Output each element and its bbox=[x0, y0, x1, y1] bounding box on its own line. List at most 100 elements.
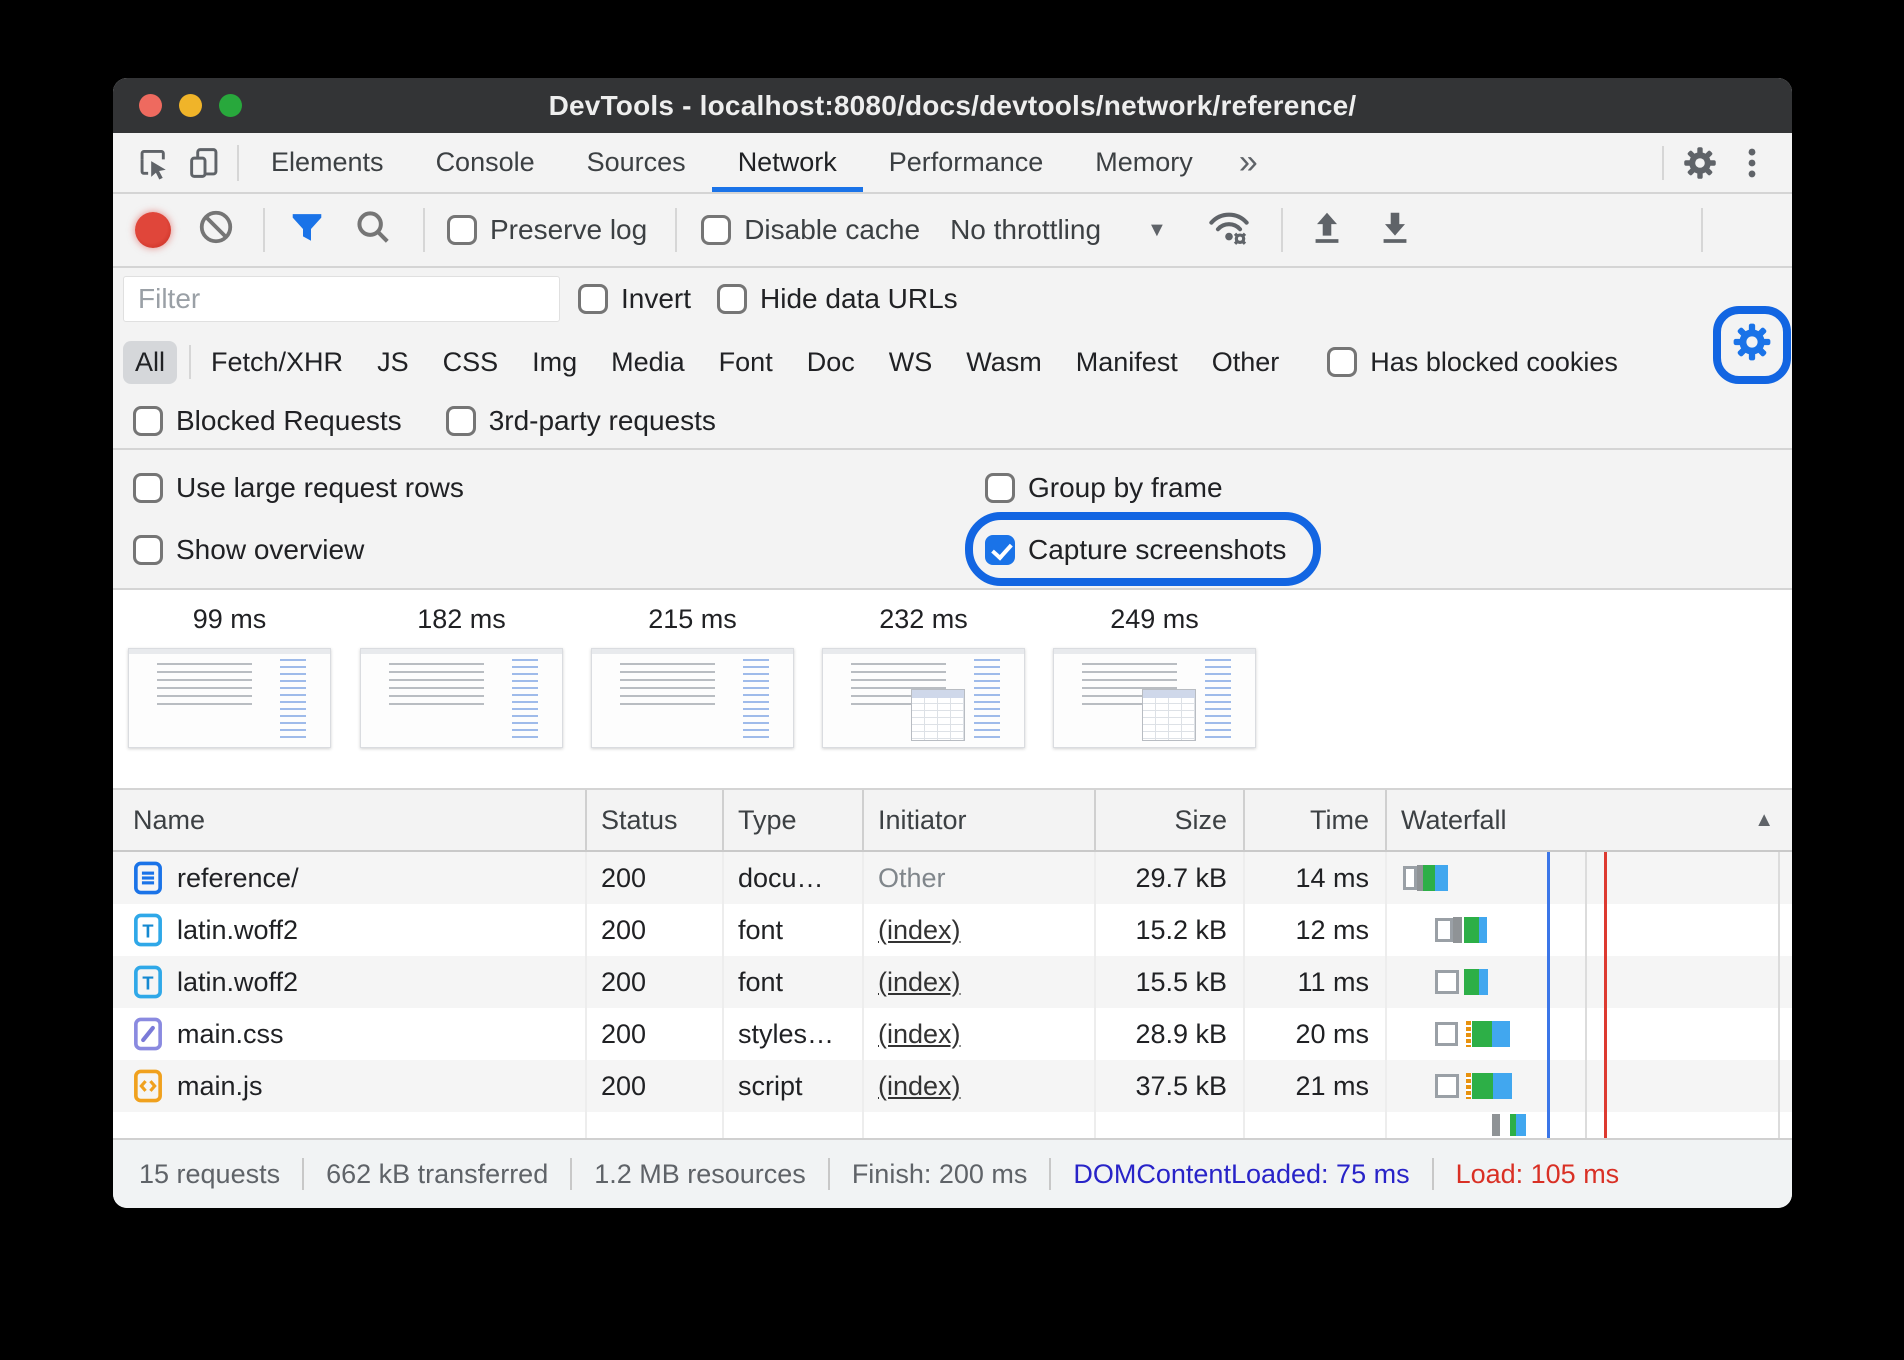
tab-elements[interactable]: Elements bbox=[245, 133, 410, 192]
request-name: main.css bbox=[177, 1019, 284, 1050]
window-title: DevTools - localhost:8080/docs/devtools/… bbox=[113, 90, 1792, 122]
frame-thumbnail[interactable] bbox=[128, 648, 331, 748]
frame-thumbnail[interactable] bbox=[360, 648, 563, 748]
record-network-log-button[interactable] bbox=[135, 212, 171, 248]
hide-data-urls-label: Hide data URLs bbox=[760, 283, 958, 315]
group-by-frame-checkbox[interactable] bbox=[985, 473, 1015, 503]
column-header-size[interactable]: Size bbox=[1096, 790, 1245, 850]
hide-data-urls-checkbox[interactable] bbox=[717, 284, 747, 314]
filter-row: Invert Hide data URLs bbox=[113, 268, 1792, 330]
filter-input[interactable] bbox=[123, 276, 560, 322]
chip-other[interactable]: Other bbox=[1200, 341, 1292, 384]
disable-cache-label: Disable cache bbox=[744, 214, 920, 246]
inspect-cursor-icon bbox=[136, 146, 170, 180]
request-initiator-link[interactable]: (index) bbox=[878, 1071, 961, 1102]
download-icon bbox=[1375, 207, 1415, 247]
request-name: main.js bbox=[177, 1071, 263, 1102]
chip-fetch-xhr[interactable]: Fetch/XHR bbox=[199, 341, 355, 384]
table-row-partial[interactable] bbox=[113, 1112, 1792, 1138]
summary-separator bbox=[1049, 1158, 1051, 1190]
request-initiator: Other bbox=[878, 863, 946, 894]
column-header-initiator[interactable]: Initiator bbox=[864, 790, 1096, 850]
waterfall-bar bbox=[1387, 956, 1792, 1008]
minimize-button[interactable] bbox=[179, 94, 202, 117]
devtools-tabbar: Elements Console Sources Network Perform… bbox=[113, 133, 1792, 194]
filmstrip-frame: 232 ms bbox=[822, 604, 1025, 748]
table-row[interactable]: T latin.woff2 200 font (index) 15.5 kB 1… bbox=[113, 956, 1792, 1008]
devtools-settings-button[interactable] bbox=[1674, 145, 1726, 181]
export-har-button[interactable] bbox=[1375, 207, 1415, 254]
disable-cache-checkbox[interactable] bbox=[701, 215, 731, 245]
toolbar-separator bbox=[423, 208, 425, 252]
chip-manifest[interactable]: Manifest bbox=[1064, 341, 1190, 384]
tab-memory[interactable]: Memory bbox=[1069, 133, 1219, 192]
column-header-name[interactable]: Name bbox=[113, 790, 587, 850]
tabbar-right-separator bbox=[1662, 146, 1664, 180]
network-settings-pane: Use large request rows Group by frame Sh… bbox=[113, 450, 1792, 590]
column-header-waterfall[interactable]: Waterfall ▲ bbox=[1387, 790, 1792, 850]
frame-thumbnail[interactable] bbox=[822, 648, 1025, 748]
invert-checkbox[interactable] bbox=[578, 284, 608, 314]
request-status: 200 bbox=[587, 956, 724, 1008]
request-size: 15.2 kB bbox=[1096, 904, 1245, 956]
waterfall-bar bbox=[1387, 1008, 1792, 1060]
request-initiator-link[interactable]: (index) bbox=[878, 1019, 961, 1050]
toolbar-separator bbox=[1701, 208, 1703, 252]
column-header-status[interactable]: Status bbox=[587, 790, 724, 850]
chip-wasm[interactable]: Wasm bbox=[954, 341, 1054, 384]
search-network-button[interactable] bbox=[353, 207, 393, 254]
zoom-button[interactable] bbox=[219, 94, 242, 117]
chip-img[interactable]: Img bbox=[520, 341, 589, 384]
table-row[interactable]: main.css 200 styles… (index) 28.9 kB 20 … bbox=[113, 1008, 1792, 1060]
toggle-device-toolbar-button[interactable] bbox=[179, 133, 231, 192]
column-header-type[interactable]: Type bbox=[724, 790, 864, 850]
table-row[interactable]: reference/ 200 docu… Other 29.7 kB 14 ms bbox=[113, 852, 1792, 904]
has-blocked-cookies-checkbox[interactable] bbox=[1327, 347, 1357, 377]
tab-network[interactable]: Network bbox=[712, 133, 863, 192]
chip-js[interactable]: JS bbox=[365, 341, 421, 384]
chip-all[interactable]: All bbox=[123, 341, 177, 384]
tab-sources[interactable]: Sources bbox=[561, 133, 712, 192]
clear-network-log-button[interactable] bbox=[197, 208, 235, 253]
network-conditions-button[interactable] bbox=[1207, 207, 1251, 254]
chip-doc[interactable]: Doc bbox=[795, 341, 867, 384]
request-initiator-link[interactable]: (index) bbox=[878, 967, 961, 998]
frame-timestamp: 215 ms bbox=[591, 604, 794, 638]
import-har-button[interactable] bbox=[1307, 207, 1347, 254]
network-settings-button[interactable] bbox=[1731, 321, 1773, 370]
dom-content-loaded-time: DOMContentLoaded: 75 ms bbox=[1073, 1159, 1409, 1190]
inspect-element-button[interactable] bbox=[127, 133, 179, 192]
filter-toggle-button[interactable] bbox=[287, 207, 327, 254]
frame-timestamp: 99 ms bbox=[128, 604, 331, 638]
more-tabs-button[interactable]: » bbox=[1219, 133, 1278, 192]
chip-css[interactable]: CSS bbox=[431, 341, 511, 384]
resources-size: 1.2 MB resources bbox=[594, 1159, 806, 1190]
requests-count: 15 requests bbox=[139, 1159, 280, 1190]
chips-separator bbox=[189, 345, 191, 379]
search-icon bbox=[353, 207, 393, 247]
table-row[interactable]: main.js 200 script (index) 37.5 kB 21 ms bbox=[113, 1060, 1792, 1112]
tab-performance[interactable]: Performance bbox=[863, 133, 1070, 192]
close-button[interactable] bbox=[139, 94, 162, 117]
show-overview-checkbox[interactable] bbox=[133, 535, 163, 565]
clear-icon bbox=[197, 208, 235, 246]
request-initiator-link[interactable]: (index) bbox=[878, 915, 961, 946]
chip-ws[interactable]: WS bbox=[877, 341, 945, 384]
tab-console[interactable]: Console bbox=[410, 133, 561, 192]
frame-thumbnail[interactable] bbox=[1053, 648, 1256, 748]
svg-text:T: T bbox=[142, 921, 153, 941]
chip-font[interactable]: Font bbox=[707, 341, 785, 384]
devtools-menu-button[interactable] bbox=[1726, 146, 1778, 180]
chip-media[interactable]: Media bbox=[599, 341, 697, 384]
blocked-requests-checkbox[interactable] bbox=[133, 406, 163, 436]
script-icon bbox=[133, 1069, 163, 1103]
frame-thumbnail[interactable] bbox=[591, 648, 794, 748]
use-large-request-rows-checkbox[interactable] bbox=[133, 473, 163, 503]
sort-ascending-icon: ▲ bbox=[1754, 809, 1774, 832]
column-header-time[interactable]: Time bbox=[1245, 790, 1387, 850]
preserve-log-checkbox[interactable] bbox=[447, 215, 477, 245]
third-party-requests-checkbox[interactable] bbox=[446, 406, 476, 436]
table-row[interactable]: T latin.woff2 200 font (index) 15.2 kB 1… bbox=[113, 904, 1792, 956]
throttling-select[interactable]: No throttling ▼ bbox=[950, 214, 1167, 246]
waterfall-bar bbox=[1387, 852, 1792, 904]
